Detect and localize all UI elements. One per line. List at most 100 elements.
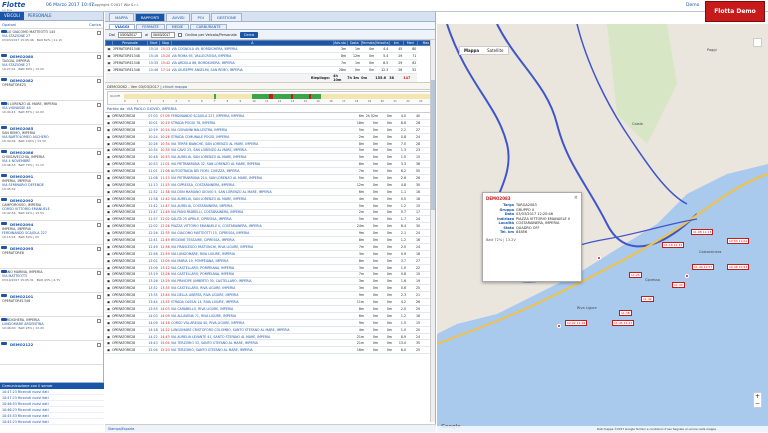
table-row[interactable]: ▣ OPERATORE1348 15:10 15:13 VIA COGNOLA 49, … [105, 45, 435, 53]
tab-mappa[interactable]: MAPPA [109, 13, 134, 21]
map-marker[interactable]: 10:53 11:01 [727, 238, 750, 244]
cell-address[interactable]: STRADA CASSAI 14, RIVA LIGURE, IMPERIA [171, 298, 351, 306]
map-type-mappa[interactable]: Mappa [460, 47, 483, 54]
map-marker[interactable]: 10:48 10:53 [727, 264, 750, 270]
expand-icon[interactable]: ▣ [105, 250, 112, 258]
cell-address[interactable]: VIA LUNGOMARE, RIVA LIGURE, IMPERIA [171, 250, 351, 258]
vehicle-item[interactable]: DEMO2122 [0, 341, 103, 365]
map-marker[interactable]: 11:42 [641, 296, 654, 302]
cell-address[interactable]: VIA AURELIA, SAN LORENZO AL MARE, IMPERI… [171, 153, 351, 162]
table-row[interactable]: ▣ OPERATORE28 10:19 10:24 VIA GIOVANNI BALLE… [105, 126, 435, 134]
expand-icon[interactable]: ▣ [105, 333, 112, 341]
cell-address[interactable]: VIA ARDOLA 86, BORDIGHERA, IMPERIA [171, 59, 334, 67]
cell-address[interactable]: VIA TERZORIO, SANTO STEFANO AL MARE, IMP… [171, 346, 351, 355]
expand-icon[interactable]: ▣ [105, 215, 112, 224]
close-icon[interactable]: × [574, 195, 578, 201]
table-row[interactable]: ▣ OPERATORE1348 15:16 15:20 VIA ROMA 93, VAL… [105, 52, 435, 60]
table-row[interactable]: ▣ OPERATORE28 14:18 14:22 LUNGOMARE CRISTOFO… [105, 326, 435, 334]
cell-address[interactable]: VIA COGNOLA 49, BORDIGHERA, IMPERIA [171, 45, 334, 53]
expand-icon[interactable]: ▣ [105, 326, 112, 334]
tab-carburante[interactable]: CARBURANTE [190, 24, 227, 29]
zoom-out-icon[interactable]: − [754, 400, 761, 407]
cell-address[interactable]: VIA GIOVANNI BALLESTRA, IMPERIA [171, 126, 351, 134]
map-marker[interactable]: 11:38 [619, 310, 632, 316]
cell-address[interactable]: STRADA COMUNALE POGGI, IMPERIA [171, 133, 351, 141]
table-row[interactable]: ▣ OPERATORE28 13:26 13:29 VIA PRINCIPE UMBER… [105, 277, 435, 286]
vehicle-checkbox[interactable] [97, 247, 101, 251]
tab-poi[interactable]: POI [191, 13, 210, 21]
column-header[interactable]: Velocita [374, 40, 390, 46]
vehicle-item[interactable]: DEMO2082 OPERATORE25 [0, 77, 103, 101]
expand-icon[interactable]: ▣ [105, 319, 112, 327]
expand-icon[interactable]: ▣ [105, 181, 112, 189]
table-row[interactable]: ▣ OPERATORE28 11:08 11:13 VIA PIETRABRUNA 21… [105, 174, 435, 182]
table-row[interactable]: ▣ OPERATORE28 13:44 13:55 STRADA CASSAI 14, … [105, 298, 435, 306]
cell-address[interactable]: VIA PRINCIPE UMBERTO 30, CASTELLARO, IMP… [171, 277, 351, 286]
expand-icon[interactable]: ▣ [105, 112, 112, 120]
cell-address[interactable]: VIA AURELIA, SAN LORENZO AL MARE, IMPERI… [171, 195, 351, 203]
fullscreen-icon[interactable] [753, 38, 762, 47]
expand-icon[interactable]: ▣ [105, 133, 112, 141]
table-row[interactable]: ▣ OPERATORE28 11:38 11:42 VIA AURELIA, SAN L… [105, 195, 435, 203]
search-button[interactable]: Cerca [239, 31, 259, 38]
cell-address[interactable]: VIA CARABELLO, RIVA LIGURE, IMPERIA [171, 305, 351, 313]
table-row[interactable]: ▣ OPERATORE28 10:26 10:34 VIA TERRE BIANCHE,… [105, 140, 435, 148]
table-row[interactable]: ▣ OPERATORE1348 15:46 17:14 VIA GIUSEPPE ANS… [105, 66, 435, 74]
column-header[interactable]: Adv.sto [332, 40, 348, 46]
cell-address[interactable]: VIA TERRE BIANCHE, SAN LORENZO AL MARE, … [171, 140, 351, 148]
expand-icon[interactable]: ▣ [105, 59, 113, 67]
vehicle-item[interactable]: DEMO2080 TAGGIA, IMPERIA VIA STAZIONE 27 10… [0, 53, 103, 77]
expand-icon[interactable]: ▣ [105, 202, 112, 210]
cell-address[interactable]: VIA ALLAVENA 71, RIVA LIGURE, IMPERIA [171, 312, 351, 320]
expand-icon[interactable]: ▣ [105, 126, 112, 134]
table-row[interactable]: ▣ OPERATORE28 14:22 14:43 VIA AURELIA LEVANT… [105, 333, 435, 341]
vehicle-checkbox[interactable] [97, 79, 101, 83]
to-date-input[interactable] [151, 31, 176, 38]
cell-address[interactable]: VIA CIPRESSA, COSTARAINERA, IMPERIA [171, 181, 351, 189]
table-row[interactable]: ▣ OPERATORE28 12:02 12:26 PIAZZA VITTORIO EM… [105, 222, 435, 231]
table-row[interactable]: ▣ OPERATORE28 13:09 13:12 VIA CASTELLARO, PO… [105, 264, 435, 272]
from-date-input[interactable] [117, 31, 142, 38]
expand-icon[interactable]: ▣ [105, 222, 112, 231]
vehicle-item[interactable]: DEMO2094 IMPERIA, IMPERIA FERDINANDO SCAJO… [0, 221, 103, 245]
table-row[interactable]: ▣ OPERATORE28 11:01 11:08 AUTOSTRADA DEI FIO… [105, 167, 435, 176]
cell-address[interactable]: STRADA POGGI 78, IMPERIA [171, 119, 351, 127]
expand-icon[interactable]: ▣ [105, 243, 112, 251]
expand-icon[interactable]: ▣ [105, 52, 113, 60]
expand-icon[interactable]: ▣ [105, 119, 112, 127]
expand-icon[interactable]: ▣ [105, 291, 112, 300]
zoom-in-icon[interactable]: + [754, 393, 761, 400]
cell-address[interactable]: VIA ROMA 93, VALLECROSIA, IMPERIA [171, 52, 334, 60]
vehicle-checkbox[interactable] [97, 223, 101, 227]
vehicle-item[interactable]: DEMO2101 OPERATORE1348 [0, 293, 103, 317]
user-menu[interactable]: Demo [686, 3, 699, 8]
table-row[interactable]: ▣ OPERATORE28 10:24 10:26 STRADA COMUNALE PO… [105, 133, 435, 141]
table-scrollbar[interactable] [430, 40, 435, 422]
table-row[interactable]: ▣ OPERATORE28 11:57 12:02 SALITA 25 APRILE, … [105, 215, 435, 224]
expand-icon[interactable]: ▣ [105, 346, 112, 355]
expand-icon[interactable]: ▣ [105, 45, 113, 53]
expand-icon[interactable]: ▣ [105, 277, 112, 286]
expand-icon[interactable]: ▣ [105, 312, 112, 320]
column-header[interactable]: Fermata [360, 40, 376, 46]
tab-gestione[interactable]: GESTIONE [210, 13, 243, 21]
tab-medie[interactable]: MEDIE [165, 24, 190, 29]
cell-address[interactable]: VIA CASTELLARO, POMPEIANA, IMPERIA [171, 271, 351, 279]
cell-address[interactable]: VIA AURELIA, COSTARAINERA, IMPERIA [171, 202, 351, 210]
vehicle-checkbox[interactable] [97, 199, 101, 203]
expand-icon[interactable]: ▣ [105, 140, 112, 148]
cell-address[interactable]: VIA PIETRABRUNA 214, SAN LORENZO AL MARE… [171, 174, 351, 182]
table-row[interactable]: ▣ OPERATORE28 15:04 15:20 VIA TERZORIO, SANT… [105, 346, 435, 355]
tab-viaggi[interactable]: VIAGGI [109, 24, 136, 29]
expand-icon[interactable]: ▣ [105, 298, 112, 306]
expand-icon[interactable]: ▣ [105, 66, 113, 74]
scrollbar-thumb[interactable] [431, 80, 435, 210]
map-marker[interactable]: 11:45 11:47 [612, 320, 635, 326]
table-row[interactable]: ▣ OPERATORE28 10:48 10:53 VIA AURELIA, SAN L… [105, 153, 435, 162]
expand-icon[interactable]: ▣ [105, 284, 112, 293]
vehicle-checkbox[interactable] [97, 271, 101, 275]
table-row[interactable]: ▣ OPERATORE28 11:13 11:25 VIA CIPRESSA, COST… [105, 181, 435, 189]
vehicle-item[interactable]: DIANO MARINA, IMPERIA VIA MATTEOTTI 03/10/… [0, 269, 103, 293]
order-checkbox[interactable] [178, 32, 183, 37]
expand-icon[interactable]: ▣ [105, 160, 112, 169]
